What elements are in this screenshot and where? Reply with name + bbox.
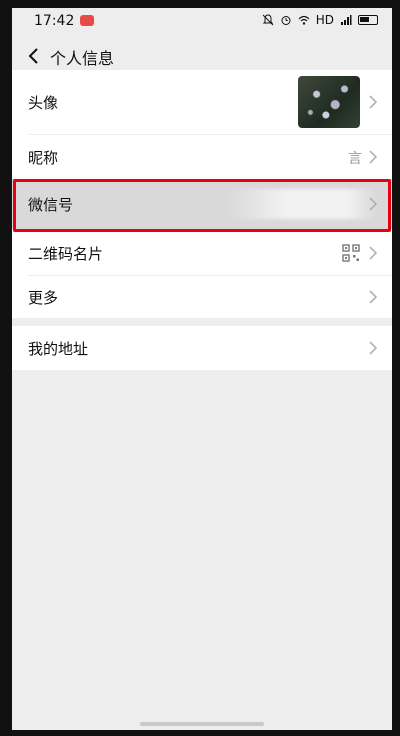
- wechat-id-row[interactable]: 微信号: [12, 179, 392, 229]
- qr-card-label: 二维码名片: [28, 245, 104, 263]
- status-time: 17:42: [34, 13, 75, 29]
- profile-group: 头像 昵称 言 微信号 二维码名片 更多: [12, 70, 392, 318]
- status-icons: HD: [262, 13, 378, 27]
- home-indicator[interactable]: [140, 722, 264, 726]
- chevron-right-icon: [369, 290, 378, 304]
- more-label: 更多: [28, 289, 59, 307]
- nickname-value: 言: [348, 151, 362, 167]
- status-bar: 17:42 HD: [12, 8, 392, 34]
- avatar-row[interactable]: 头像: [12, 70, 392, 134]
- nickname-row[interactable]: 昵称 言: [12, 135, 392, 179]
- page-title: 个人信息: [50, 49, 115, 68]
- phone-screen: 17:42 HD 个人信息 头像 昵称 言 微信号 二维码名片 更多 我的地址: [12, 8, 392, 730]
- chevron-right-icon: [369, 341, 378, 355]
- more-row[interactable]: 更多: [12, 276, 392, 318]
- signal-icon: [341, 15, 352, 25]
- mute-bell-icon: [262, 14, 274, 26]
- chevron-right-icon: [369, 150, 378, 164]
- wechat-id-label: 微信号: [28, 196, 74, 214]
- wechat-id-value-redacted: [227, 189, 377, 219]
- back-arrow-icon[interactable]: [24, 46, 44, 66]
- chevron-right-icon: [369, 197, 378, 211]
- qr-card-row[interactable]: 二维码名片: [12, 231, 392, 275]
- alarm-icon: [281, 16, 291, 25]
- address-label: 我的地址: [28, 340, 89, 358]
- wifi-icon: [298, 15, 310, 25]
- chevron-right-icon: [369, 246, 378, 260]
- battery-icon: [358, 15, 378, 25]
- notification-app-icon: [80, 15, 94, 26]
- network-type-label: HD: [315, 13, 334, 27]
- qr-code-icon: [342, 244, 360, 262]
- avatar-label: 头像: [28, 94, 59, 112]
- address-row[interactable]: 我的地址: [12, 326, 392, 370]
- address-group: 我的地址: [12, 326, 392, 370]
- chevron-right-icon: [369, 95, 378, 109]
- avatar[interactable]: [298, 76, 360, 128]
- nickname-label: 昵称: [28, 149, 59, 167]
